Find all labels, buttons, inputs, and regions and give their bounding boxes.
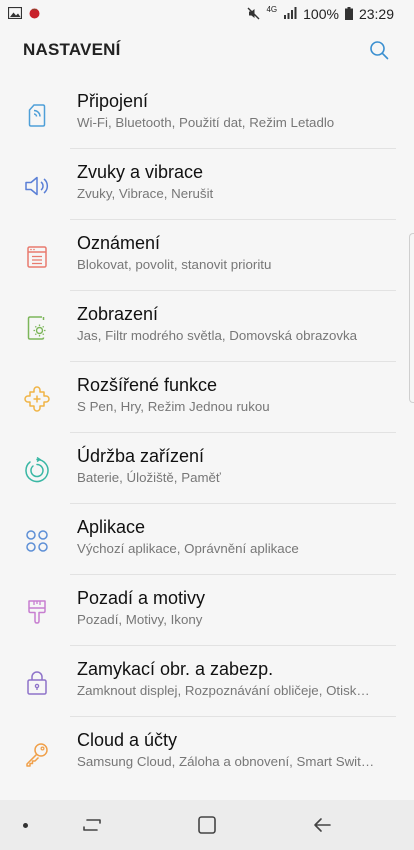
back-button[interactable] <box>308 812 336 838</box>
home-button[interactable] <box>193 812 221 838</box>
battery-percent: 100% <box>303 6 339 22</box>
network-type-label: 4G <box>266 5 278 14</box>
settings-item-description: S Pen, Hry, Režim Jednou rukou <box>77 399 270 414</box>
battery-icon <box>344 6 353 22</box>
settings-item-label: Cloud a účty <box>77 730 178 750</box>
settings-item-device-maintenance[interactable]: Údržba zařízení Baterie, Úložiště, Paměť <box>0 433 414 504</box>
settings-item-label: Zobrazení <box>77 304 159 324</box>
lock-icon <box>22 668 52 698</box>
settings-item-sounds[interactable]: Zvuky a vibrace Zvuky, Vibrace, Nerušit <box>0 149 414 220</box>
settings-item-label: Zamykací obr. a zabezp. <box>77 659 274 679</box>
settings-item-display[interactable]: Zobrazení Jas, Filtr modrého světla, Dom… <box>0 291 414 362</box>
settings-item-description: Baterie, Úložiště, Paměť <box>77 470 221 485</box>
navigation-bar <box>0 800 414 850</box>
settings-item-apps[interactable]: Aplikace Výchozí aplikace, Oprávnění apl… <box>0 504 414 575</box>
recent-apps-icon <box>83 819 101 831</box>
settings-item-label: Oznámení <box>77 233 161 253</box>
gallery-notification-icon <box>7 6 23 22</box>
tomato-app-icon <box>28 6 41 22</box>
paint-brush-icon <box>22 597 52 627</box>
home-icon <box>198 816 216 834</box>
settings-item-label: Rozšířené funkce <box>77 375 218 395</box>
settings-item-wallpapers-themes[interactable]: Pozadí a motivy Pozadí, Motivy, Ikony <box>0 575 414 646</box>
notifications-icon <box>22 242 52 272</box>
settings-item-lock-security[interactable]: Zamykací obr. a zabezp. Zamknout displej… <box>0 646 414 717</box>
settings-item-advanced-features[interactable]: Rozšířené funkce S Pen, Hry, Režim Jedno… <box>0 362 414 433</box>
settings-item-description: Zvuky, Vibrace, Nerušit <box>77 186 214 201</box>
settings-item-description: Pozadí, Motivy, Ikony <box>77 612 203 627</box>
page-title: NASTAVENÍ <box>23 40 121 59</box>
settings-item-description: Výchozí aplikace, Oprávnění aplikace <box>77 541 299 556</box>
app-header: NASTAVENÍ <box>0 28 414 72</box>
back-arrow-icon <box>314 818 331 832</box>
settings-item-label: Aplikace <box>77 517 146 537</box>
settings-item-description: Wi-Fi, Bluetooth, Použití dat, Režim Let… <box>77 115 335 130</box>
settings-list: Připojení Wi-Fi, Bluetooth, Použití dat,… <box>0 78 414 788</box>
settings-item-label: Pozadí a motivy <box>77 588 206 608</box>
display-icon <box>22 313 52 343</box>
scroll-indicator[interactable] <box>409 233 414 403</box>
settings-item-description: Jas, Filtr modrého světla, Domovská obra… <box>77 328 358 343</box>
settings-item-label: Zvuky a vibrace <box>77 162 204 182</box>
search-button[interactable] <box>366 37 392 63</box>
clock: 23:29 <box>358 6 394 22</box>
maintenance-icon <box>22 455 52 485</box>
recent-apps-button[interactable] <box>78 812 106 838</box>
status-bar: 4G 100% 23:29 <box>0 0 414 28</box>
settings-item-description: Samsung Cloud, Záloha a obnovení, Smart … <box>77 754 375 769</box>
puzzle-plus-icon <box>22 384 52 414</box>
signal-icon <box>283 7 297 21</box>
settings-item-label: Údržba zařízení <box>77 446 205 466</box>
search-icon <box>370 41 389 60</box>
settings-item-cloud-accounts[interactable]: Cloud a účty Samsung Cloud, Záloha a obn… <box>0 717 414 788</box>
mute-icon <box>247 7 260 22</box>
settings-item-connections[interactable]: Připojení Wi-Fi, Bluetooth, Použití dat,… <box>0 78 414 149</box>
settings-item-description: Blokovat, povolit, stanovit prioritu <box>77 257 272 272</box>
key-icon <box>22 739 52 769</box>
settings-item-notifications[interactable]: Oznámení Blokovat, povolit, stanovit pri… <box>0 220 414 291</box>
apps-icon <box>22 526 52 556</box>
settings-item-label: Připojení <box>77 91 149 111</box>
speaker-icon <box>22 171 52 201</box>
connections-icon <box>22 100 52 130</box>
keyboard-dot-icon[interactable] <box>23 823 28 828</box>
settings-item-description: Zamknout displej, Rozpoznávání obličeje,… <box>77 683 370 698</box>
